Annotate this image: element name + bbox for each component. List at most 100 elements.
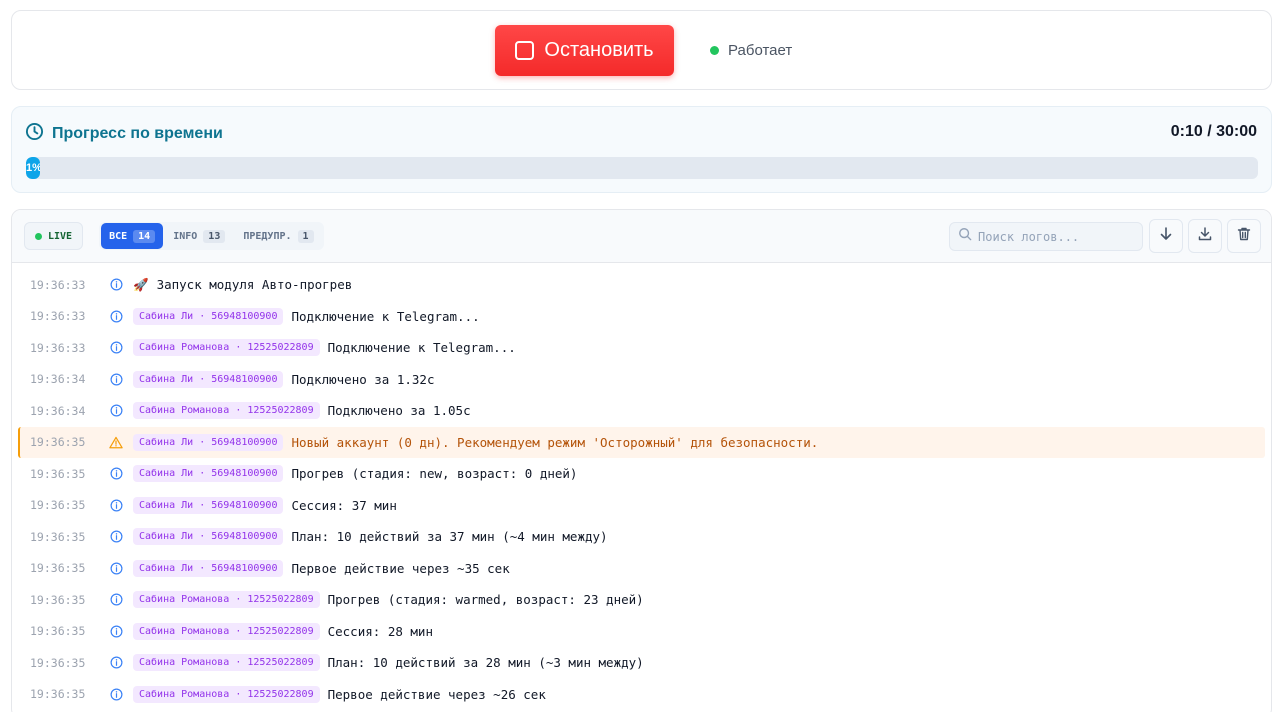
stop-button[interactable]: Остановить [495,25,674,76]
download-icon [1197,226,1213,247]
progress-fill: 1% [26,157,40,179]
trash-icon [1236,226,1252,247]
log-message: План: 10 действий за 37 мин (~4 мин межд… [291,529,608,545]
log-timestamp: 19:36:35 [30,624,86,639]
tab-filter[interactable]: ПРЕДУПР. 1 [235,223,321,249]
info-circle-icon [109,341,123,355]
log-body: Сабина Ли · 56948100900 Подключено за 1.3… [133,370,435,388]
log-message: Прогрев (стадия: new, возраст: 0 дней) [291,466,578,482]
log-message: План: 10 действий за 28 мин (~3 мин межд… [327,655,644,671]
account-badge: Сабина Романова · 12525022809 [133,591,320,609]
log-timestamp: 19:36:35 [30,435,86,450]
log-message: Прогрев (стадия: warmed, возраст: 23 дне… [327,592,644,608]
info-circle-icon [109,309,123,323]
log-body: Сабина Романова · 12525022809 План: 10 де… [133,654,644,672]
info-circle-icon [109,687,123,701]
info-circle-icon [109,656,123,670]
log-timestamp: 19:36:35 [30,529,86,544]
log-timestamp: 19:36:35 [30,498,86,513]
control-panel: Остановить Работает [11,10,1272,90]
info-circle-icon [109,467,123,481]
info-circle-icon [109,624,123,638]
log-body: Сабина Романова · 12525022809 Сессия: 28 … [133,622,433,640]
log-body: Сабина Романова · 12525022809 Первое дейс… [133,685,546,703]
log-row: 19:36:34 Сабина Ли · 56948100900 Подключен… [12,364,1271,396]
log-timestamp: 19:36:35 [30,687,86,702]
log-search[interactable] [949,222,1143,251]
tab-count-badge: 13 [203,229,226,243]
log-message: Первое действие через ~35 сек [291,560,510,576]
account-badge: Сабина Ли · 56948100900 [133,496,284,514]
account-badge: Сабина Романова · 12525022809 [133,622,320,640]
log-message: Запуск модуля Авто-прогрев [156,277,353,293]
log-level-tabs: ВСЕ 14 INFO 13 ПРЕДУПР. 1 [99,222,324,250]
tab-filter[interactable]: ВСЕ 14 [101,223,164,249]
tab-label: ПРЕДУПР. [243,230,292,242]
stop-button-label: Остановить [544,39,654,61]
log-body: Сабина Ли · 56948100900 Прогрев (стадия: … [133,465,578,483]
account-badge: Сабина Ли · 56948100900 [133,433,284,451]
log-timestamp: 19:36:35 [30,655,86,670]
log-row: 19:36:35 Сабина Романова · 12525022809 Пла… [12,647,1271,679]
rocket-icon: 🚀 [133,276,149,292]
log-body: Сабина Ли · 56948100900 Новый аккаунт (0 … [133,433,818,451]
arrow-down-icon [1158,226,1174,247]
logs-panel: LIVE ВСЕ14INFO13ПРЕДУПР.1 19:36:33� [11,209,1272,712]
log-timestamp: 19:36:35 [30,561,86,576]
status-indicator: Работает [710,42,792,59]
tab-count-badge: 1 [297,229,314,243]
log-row: 19:36:35 Сабина Ли · 56948100900 Сессия: 3… [12,490,1271,522]
log-row: 19:36:35 Сабина Ли · 56948100900 Прогрев (… [12,458,1271,490]
log-message: Подключение к Telegram... [327,340,516,356]
log-filters: LIVE ВСЕ 14 INFO 13 ПРЕДУПР. 1 [24,222,324,250]
tab-label: INFO [173,230,198,242]
log-row: 19:36:33 Сабина Ли · 56948100900 Подключен… [12,301,1271,333]
account-badge: Сабина Романова · 12525022809 [133,685,320,703]
info-circle-icon [109,593,123,607]
clear-logs-button[interactable] [1227,219,1261,253]
info-circle-icon [109,372,123,386]
account-badge: Сабина Романова · 12525022809 [133,654,320,672]
log-message: Подключение к Telegram... [291,308,480,324]
tab-filter[interactable]: INFO 13 [165,223,233,249]
log-message: Подключено за 1.32с [291,371,435,387]
stop-square-icon [515,41,535,60]
logs-toolbar: LIVE ВСЕ 14 INFO 13 ПРЕДУПР. 1 [12,210,1271,263]
log-body: Сабина Ли · 56948100900 Сессия: 37 мин [133,496,397,514]
progress-title-text: Прогресс по времени [52,125,223,142]
account-badge: Сабина Ли · 56948100900 [133,528,284,546]
download-logs-button[interactable] [1188,219,1222,253]
log-list: 19:36:33 🚀 Запуск модуля Авто-прогрев 19:36… [12,269,1271,710]
log-message: Сессия: 28 мин [327,623,433,639]
account-badge: Сабина Романова · 12525022809 [133,339,320,357]
live-indicator: LIVE [24,222,84,250]
log-row: 19:36:35 Сабина Романова · 12525022809 Про… [12,584,1271,616]
status-dot-icon [710,46,719,55]
log-body: Сабина Романова · 12525022809 Подключение… [133,339,516,357]
time-progress-card: Прогресс по времени 0:10 / 30:00 1% [11,106,1272,193]
log-body: Сабина Ли · 56948100900 План: 10 действий… [133,528,608,546]
tab-label: ВСЕ [109,230,128,242]
info-circle-icon [109,278,123,292]
log-timestamp: 19:36:33 [30,340,86,355]
log-row: 19:36:34 Сабина Романова · 12525022809 Под… [12,395,1271,427]
log-timestamp: 19:36:34 [30,372,86,387]
log-search-input[interactable] [978,229,1134,244]
status-text: Работает [728,42,793,59]
live-dot-icon [35,232,42,240]
progress-time: 0:10 / 30:00 [1170,123,1257,140]
account-badge: Сабина Ли · 56948100900 [133,559,284,577]
info-circle-icon [109,404,123,418]
tab-count-badge: 14 [133,229,156,243]
progress-title: Прогресс по времени [25,122,223,146]
account-badge: Сабина Ли · 56948100900 [133,307,284,325]
log-message: Первое действие через ~26 сек [327,686,546,702]
log-timestamp: 19:36:33 [30,277,86,292]
scroll-to-bottom-button[interactable] [1149,219,1183,253]
log-row: 19:36:35 Сабина Романова · 12525022809 Сес… [12,616,1271,648]
log-row: 19:36:35 Сабина Ли · 56948100900 Первое де… [12,553,1271,585]
log-body: Сабина Романова · 12525022809 Прогрев (ст… [133,591,644,609]
log-row: 19:36:33 🚀 Запуск модуля Авто-прогрев [12,269,1271,301]
live-label: LIVE [48,230,73,242]
info-circle-icon [109,530,123,544]
